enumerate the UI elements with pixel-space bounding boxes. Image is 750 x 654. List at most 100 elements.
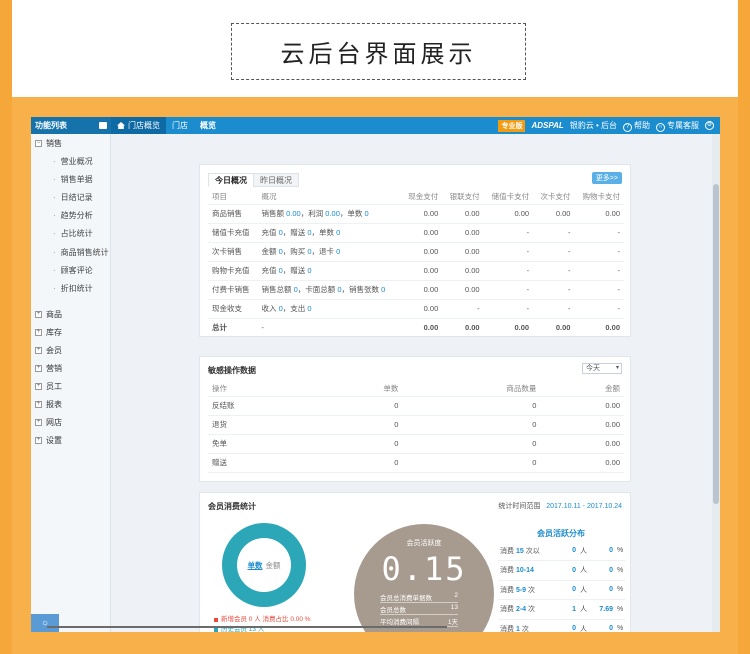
tab-store-overview[interactable]: 门店概览	[111, 117, 166, 134]
row-value: 0.00	[533, 318, 575, 338]
desc-label: ，单数	[311, 228, 337, 237]
operation-link[interactable]: 反结账	[208, 396, 319, 416]
row-value: 0	[318, 434, 403, 454]
more-button[interactable]: 更多>>	[591, 172, 622, 184]
desc-value[interactable]: 0	[307, 266, 311, 275]
dist-people[interactable]: 0	[556, 560, 578, 581]
sidebar-item-label: 员工	[46, 382, 62, 391]
sidebar-subitem[interactable]: 日结记录	[31, 188, 110, 206]
dist-unit: 次	[521, 625, 529, 632]
dist-people[interactable]: 0	[556, 619, 578, 632]
dist-label: 消费 2-4 次	[498, 599, 556, 620]
row-value: 0	[402, 396, 541, 416]
row-description: 收入 0，支出 0	[257, 299, 401, 319]
sidebar-subitem[interactable]: 折扣统计	[31, 279, 110, 297]
row-item-link[interactable]: 次卡销售	[208, 242, 258, 262]
desc-value[interactable]: 0	[336, 247, 340, 256]
service-button[interactable]: ∩ 专属客服	[656, 120, 699, 132]
activity-label: 会员总消费单据数	[380, 595, 432, 602]
row-item-link[interactable]: 付费卡销售	[208, 280, 258, 300]
collapse-icon[interactable]	[99, 122, 107, 129]
table-row: 总计 -0.00 0.00 0.00 0.00 0.00	[208, 318, 624, 338]
member-title: 会员消费统计	[208, 502, 256, 511]
dist-label: 消费 1 次	[498, 619, 556, 632]
sidebar-item-section[interactable]: + 网店	[31, 414, 110, 432]
sidebar-subitem[interactable]: 营业概况	[31, 152, 110, 170]
row-value: -	[483, 242, 534, 262]
sidebar-subitem[interactable]: 趋势分析	[31, 207, 110, 225]
activity-value: 2	[454, 592, 458, 599]
sidebar-subitem[interactable]: 商品销售统计	[31, 243, 110, 261]
sidebar-item-section[interactable]: + 库存	[31, 324, 110, 342]
sidebar-item-section[interactable]: + 营销	[31, 360, 110, 378]
row-value: -	[483, 223, 534, 243]
operation-link[interactable]: 退货	[208, 415, 319, 435]
sidebar-subitem[interactable]: 占比统计	[31, 225, 110, 243]
operation-link[interactable]: 免单	[208, 434, 319, 454]
sidebar-item-section[interactable]: + 报表	[31, 396, 110, 414]
row-value: 0.00	[483, 318, 534, 338]
function-list-title: 功能列表	[35, 121, 67, 130]
tab-today[interactable]: 今日概况	[208, 173, 254, 187]
help-button[interactable]: ? 帮助	[623, 120, 650, 132]
row-description: 销售额 0.00，利润 0.00，单数 0	[257, 204, 401, 224]
table-header: 项目	[208, 189, 258, 205]
donut-tab-count[interactable]: 单数	[248, 560, 263, 571]
function-list-header[interactable]: 功能列表	[31, 117, 111, 134]
legend-text: 新增会员 0 人 消费占比 0.00 %	[221, 616, 311, 623]
row-item-link[interactable]: 总计	[208, 318, 258, 338]
sidebar-item-section[interactable]: + 商品	[31, 306, 110, 324]
sidebar-item-label: 会员	[46, 346, 62, 355]
row-value: 0.00	[442, 261, 484, 281]
row-item-link[interactable]: 购物卡充值	[208, 261, 258, 281]
period-select[interactable]: 今天	[582, 363, 622, 374]
banner-title: 云后台界面展示	[231, 23, 526, 80]
desc-value[interactable]: 0	[365, 209, 369, 218]
sidebar-item-section[interactable]: + 设置	[31, 432, 110, 450]
settings-icon[interactable]: ⚙	[705, 121, 714, 130]
legend-swatch	[214, 628, 218, 632]
tab-store[interactable]: 门店	[166, 117, 194, 134]
row-item-link[interactable]: 现金收支	[208, 299, 258, 319]
scrollbar-thumb[interactable]	[713, 184, 719, 504]
operation-link[interactable]: 赠送	[208, 453, 319, 473]
sidebar-item-section[interactable]: + 员工	[31, 378, 110, 396]
dist-people[interactable]: 0	[556, 541, 578, 561]
donut-tab-amount[interactable]: 金额	[266, 560, 281, 571]
legend-swatch	[214, 618, 218, 622]
row-value: -	[483, 280, 534, 300]
dist-people[interactable]: 0	[556, 580, 578, 600]
row-value: 0.00	[540, 396, 624, 416]
table-header: 操作	[208, 381, 319, 397]
sidebar: −销售 营业概况销售单据日结记录趋势分析占比统计商品销售统计顾客评论折扣统计 +…	[31, 134, 111, 632]
row-item-link[interactable]: 储值卡充值	[208, 223, 258, 243]
sidebar-item-section[interactable]: + 会员	[31, 342, 110, 360]
search-icon[interactable]: ○	[31, 614, 59, 632]
sidebar-subitem[interactable]: 顾客评论	[31, 261, 110, 279]
row-value: -	[574, 223, 624, 243]
desc-value[interactable]: 0	[336, 228, 340, 237]
desc-value[interactable]: 0	[381, 285, 385, 294]
dist-label-text: 消费	[500, 606, 514, 614]
row-value: 0.00	[442, 223, 484, 243]
member-donut-chart: 单数 金额	[222, 523, 306, 607]
dist-label-text: 消费	[500, 586, 514, 594]
dist-people[interactable]: 1	[556, 599, 578, 620]
sidebar-item-sales[interactable]: − 销售	[31, 134, 110, 152]
tab-yesterday[interactable]: 昨日概况	[253, 173, 299, 187]
scrollbar[interactable]	[712, 134, 720, 632]
desc-value[interactable]: 0	[307, 304, 311, 313]
table-row: 购物卡充值 充值 0，赠送 0 0.00 0.00- - -	[208, 261, 624, 281]
sidebar-subitem[interactable]: 销售单据	[31, 170, 110, 188]
dist-unit: 次以	[525, 547, 540, 555]
desc-value[interactable]: 0.00	[286, 209, 301, 218]
desc-label: -	[261, 323, 265, 332]
sidebar-item-label: 商品	[46, 310, 62, 319]
tab-overview[interactable]: 概览	[194, 117, 222, 134]
brand-text: 银豹云 • 后台	[569, 121, 617, 130]
row-item-link[interactable]: 商品销售	[208, 204, 258, 224]
row-value: 0.00	[442, 280, 484, 300]
desc-label: ，赠送	[282, 266, 308, 275]
row-value: 0.00	[400, 204, 443, 224]
desc-value[interactable]: 0.00	[325, 209, 340, 218]
